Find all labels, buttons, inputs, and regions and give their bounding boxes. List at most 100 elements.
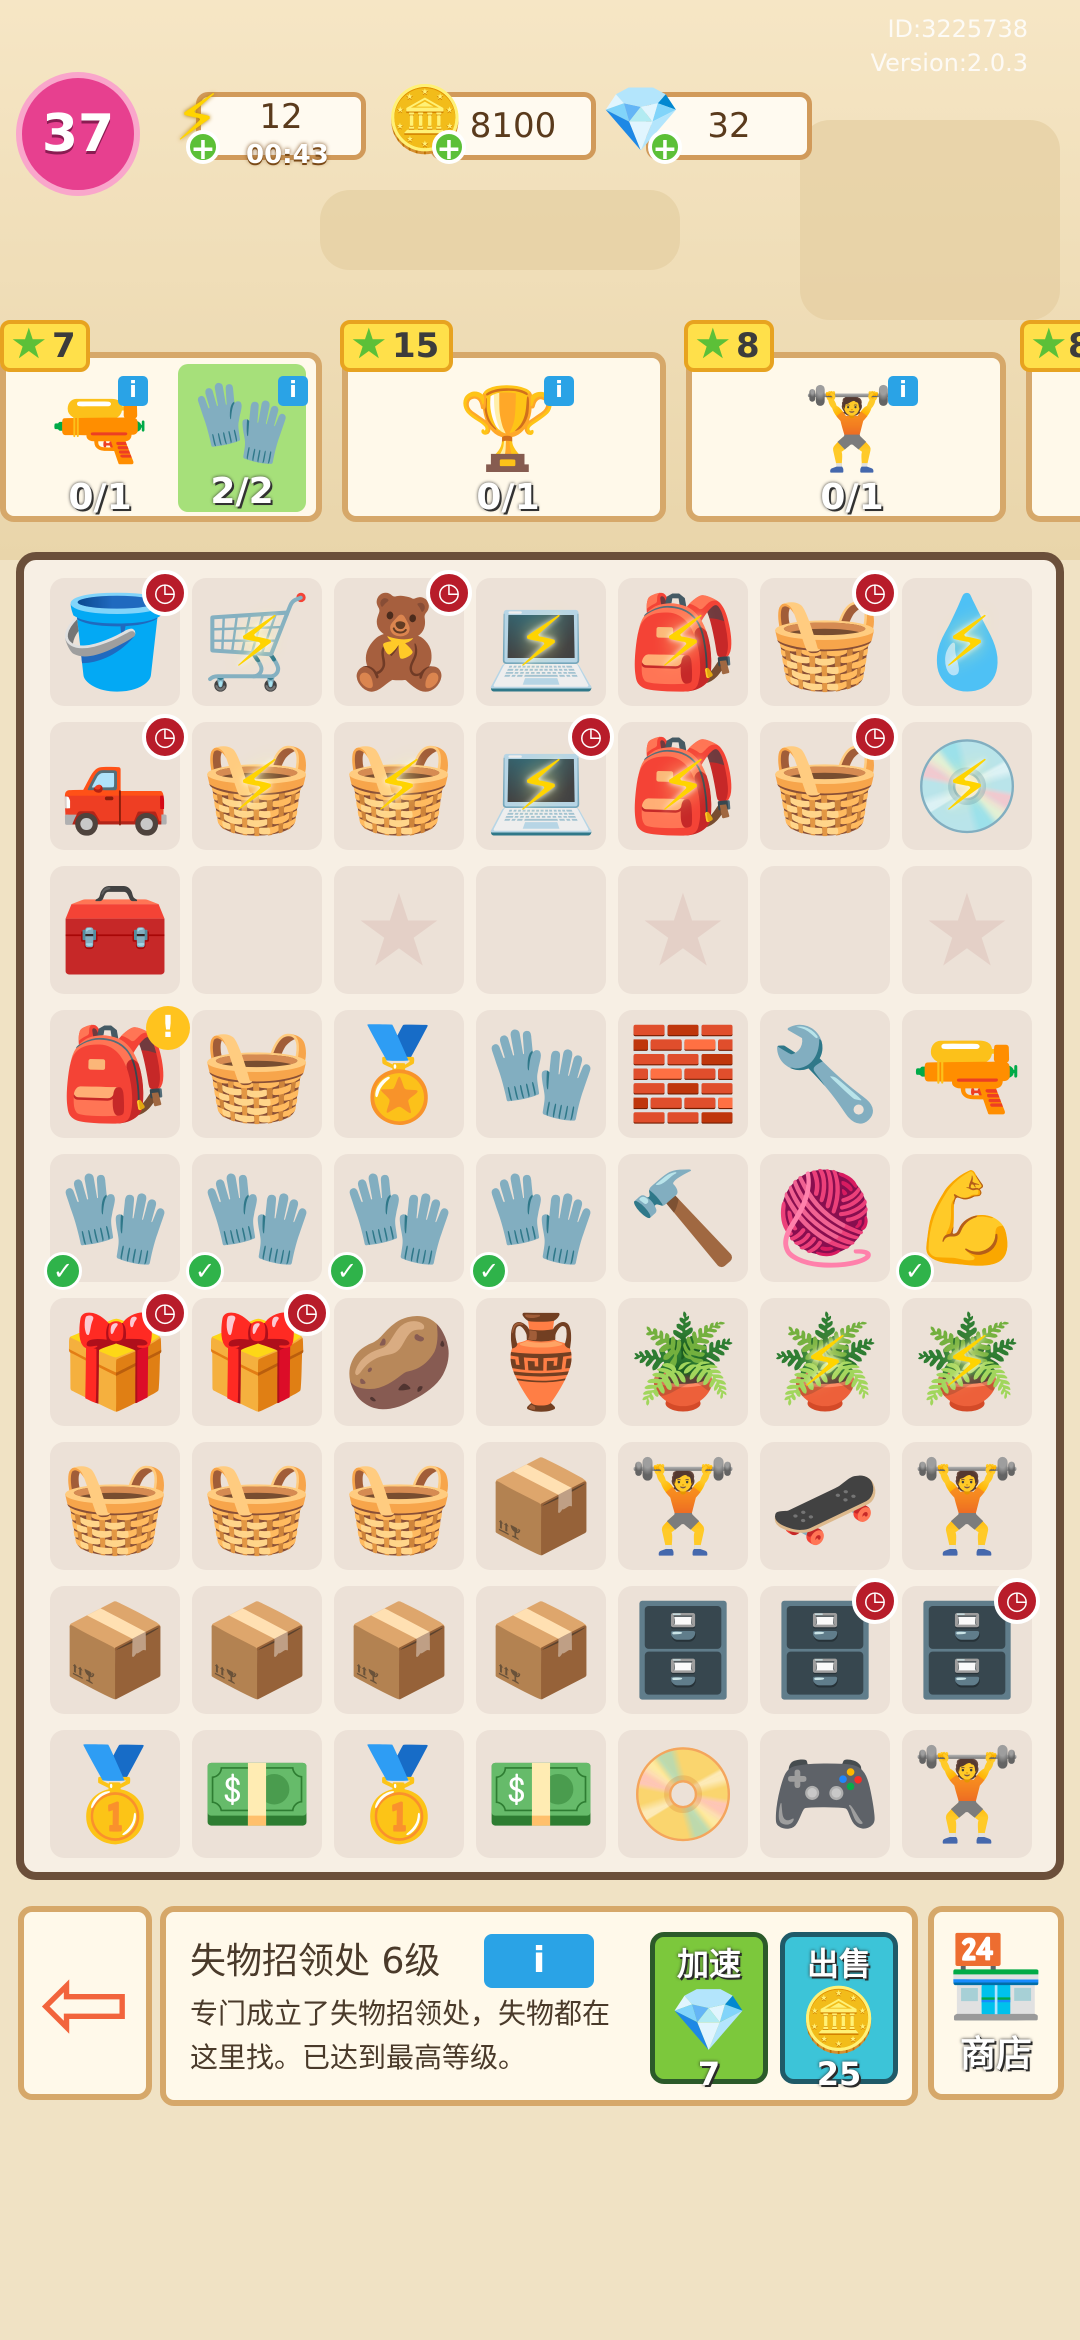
board-cell[interactable]: 🗄️ ◷ xyxy=(902,1578,1040,1714)
cardboard-box-icon: 📦 xyxy=(342,1597,456,1703)
board-cell[interactable]: 🧤 ✓ xyxy=(186,1154,322,1290)
board-cell[interactable]: 🗄️ ◷ xyxy=(760,1578,898,1714)
order-card-3[interactable]: 🏋️ 0/1 i xyxy=(686,352,1006,522)
board-cell[interactable]: 🪣 ◷ xyxy=(50,570,188,706)
board-cell[interactable]: 🧺 ⚡ xyxy=(192,722,322,850)
board-cell[interactable]: 🗄️ xyxy=(618,1586,748,1714)
lightning-icon: ⚡ xyxy=(942,1321,992,1403)
board-cell[interactable]: 🏺 xyxy=(476,1298,606,1426)
dumbbell-icon: 🏋️ xyxy=(910,1741,1024,1847)
board-cell[interactable]: 🧰 xyxy=(50,866,180,994)
timer-icon: ◷ xyxy=(426,570,472,616)
board-cell[interactable]: 💿 ⚡ xyxy=(902,722,1032,850)
board-cell[interactable]: 🧺 xyxy=(50,1442,180,1570)
board-cell-star-slot[interactable]: ★ xyxy=(334,866,464,994)
board-cell[interactable]: 🧱 xyxy=(618,1010,748,1138)
board-cell[interactable]: 🧺 ◷ xyxy=(760,570,898,706)
board-cell[interactable]: 🧤 ✓ xyxy=(328,1154,464,1290)
add-gems-button[interactable]: + xyxy=(648,130,682,166)
board-cell[interactable]: 🎒 ⚡ xyxy=(618,578,748,706)
order-info-button[interactable]: i xyxy=(544,376,574,406)
lightning-icon: ⚡ xyxy=(658,601,708,683)
board-cell[interactable]: 🪴 xyxy=(618,1298,748,1426)
board-cell[interactable]: 🧤 ✓ xyxy=(44,1154,180,1290)
board-cell[interactable]: 💪 ✓ xyxy=(896,1154,1032,1290)
board-cell[interactable]: 🧸 ◷ xyxy=(334,570,472,706)
board-cell-empty[interactable] xyxy=(760,866,890,994)
order-info-button[interactable]: i xyxy=(278,376,308,406)
board-cell[interactable]: 🎁 ◷ xyxy=(50,1290,188,1426)
gloves-icon: 🧤 xyxy=(200,1165,314,1271)
board-cell[interactable]: 🧤 xyxy=(476,1010,606,1138)
order-card-2[interactable]: 🏆 0/1 i xyxy=(342,352,666,522)
shop-button[interactable]: 🏪 商店 xyxy=(928,1906,1064,2100)
board-cell[interactable]: 🛒 ⚡ xyxy=(192,578,322,706)
board-cell[interactable]: 🎒 ⚡ xyxy=(618,722,748,850)
board-cell[interactable]: 🏋️ xyxy=(902,1730,1032,1858)
board-cell-star-slot[interactable]: ★ xyxy=(902,866,1032,994)
board-cell[interactable]: 📦 xyxy=(476,1586,606,1714)
board-cell[interactable]: 💧 ⚡ xyxy=(902,578,1032,706)
board-cell[interactable]: 🔨 xyxy=(618,1154,748,1282)
exit-button[interactable]: ⇦ xyxy=(18,1906,152,2100)
board-cell[interactable]: 📦 xyxy=(334,1586,464,1714)
speedup-button[interactable]: 加速 💎 7 xyxy=(650,1932,768,2093)
order-info-button[interactable]: i xyxy=(888,376,918,406)
board-cell[interactable]: 🧺 xyxy=(192,1442,322,1570)
board-cell[interactable]: 🏋️ xyxy=(902,1442,1032,1570)
cash-pile-icon: 💵 xyxy=(484,1741,598,1847)
timer-icon: ◷ xyxy=(568,714,614,760)
board-cell[interactable]: 📦 xyxy=(50,1586,180,1714)
board-cell[interactable]: 🥇 xyxy=(50,1730,180,1858)
board-cell[interactable]: 🏅 xyxy=(334,1010,464,1138)
board-cell[interactable]: 💵 xyxy=(192,1730,322,1858)
board-cell[interactable]: 🏋️ xyxy=(618,1442,748,1570)
cardboard-box-icon: 📦 xyxy=(58,1597,172,1703)
board-cell[interactable]: 🧺 xyxy=(192,1010,322,1138)
board-cell[interactable]: 🪴 ⚡ xyxy=(902,1298,1032,1426)
gloves-icon: 🧤 xyxy=(192,376,292,469)
board-cell[interactable]: 🥇 xyxy=(334,1730,464,1858)
board-cell[interactable]: 💻 ⚡ xyxy=(476,578,606,706)
gem-value: 32 xyxy=(707,106,751,146)
order-info-button[interactable]: i xyxy=(118,376,148,406)
board-cell-empty[interactable] xyxy=(192,866,322,994)
add-coins-button[interactable]: + xyxy=(432,130,466,166)
board-cell[interactable]: 🧤 ✓ xyxy=(470,1154,606,1290)
board-cell[interactable]: 🧺 xyxy=(334,1442,464,1570)
board-cell[interactable]: 💻 ◷ ⚡ xyxy=(476,714,614,850)
gloves-icon: 🧤 xyxy=(342,1165,456,1271)
board-cell[interactable]: 📦 xyxy=(476,1442,606,1570)
board-cell[interactable]: 🎮 xyxy=(760,1730,890,1858)
board-cell[interactable]: 🧺 ⚡ xyxy=(334,722,464,850)
board-cell-star-slot[interactable]: ★ xyxy=(618,866,748,994)
board-cell[interactable]: 🛹 xyxy=(760,1442,890,1570)
board-cell[interactable]: 🛻 ◷ xyxy=(50,714,188,850)
player-id: ID:3225738 xyxy=(887,15,1028,43)
board-cell[interactable]: 🧶 xyxy=(760,1154,890,1282)
add-energy-button[interactable]: + xyxy=(186,130,220,166)
gold-medal-icon: 🥇 xyxy=(342,1741,456,1847)
board-cell[interactable]: 🎁 ◷ xyxy=(192,1290,330,1426)
open-basket-icon: 🧺 xyxy=(200,1453,314,1559)
board-cell[interactable]: 🧺 ◷ xyxy=(760,714,898,850)
order-item-count: 2/2 xyxy=(210,471,274,512)
board-cell[interactable]: 🔧 xyxy=(760,1010,890,1138)
item-info-button[interactable]: i xyxy=(484,1934,594,1988)
board-cell-empty[interactable] xyxy=(476,866,606,994)
order-card-4[interactable] xyxy=(1026,352,1080,522)
sell-button[interactable]: 出售 🪙 25 xyxy=(780,1932,898,2093)
board-cell[interactable]: 🔫 xyxy=(902,1010,1032,1138)
board-cell[interactable]: 📦 xyxy=(192,1586,322,1714)
order-card-1[interactable]: 🔫 0/1 i 🧤 2/2 i xyxy=(0,352,322,522)
board-cell[interactable]: 🥔 xyxy=(334,1298,464,1426)
board-cell[interactable]: 🪴 ⚡ xyxy=(760,1298,890,1426)
merge-board: 🪣 ◷ 🛒 ⚡ 🧸 ◷ 💻 ⚡ 🎒 ⚡ 🧺 ◷ 💧 ⚡ 🛻 ◷ 🧺 ⚡ 🧺 ⚡ 💻 ◷ ⚡ 🎒 ⚡ 🧺 ◷ … xyxy=(16,552,1064,1880)
board-cell[interactable]: 💵 xyxy=(476,1730,606,1858)
clay-pot-shard-icon: 🏺 xyxy=(484,1309,598,1415)
player-level-badge[interactable]: 37 xyxy=(16,72,140,196)
board-cell[interactable]: 🎒! xyxy=(50,1006,190,1138)
build-info: ID:3225738 Version:2.0.3 xyxy=(871,12,1028,80)
lightning-icon: ⚡ xyxy=(800,1321,850,1403)
board-cell[interactable]: 📀 xyxy=(618,1730,748,1858)
